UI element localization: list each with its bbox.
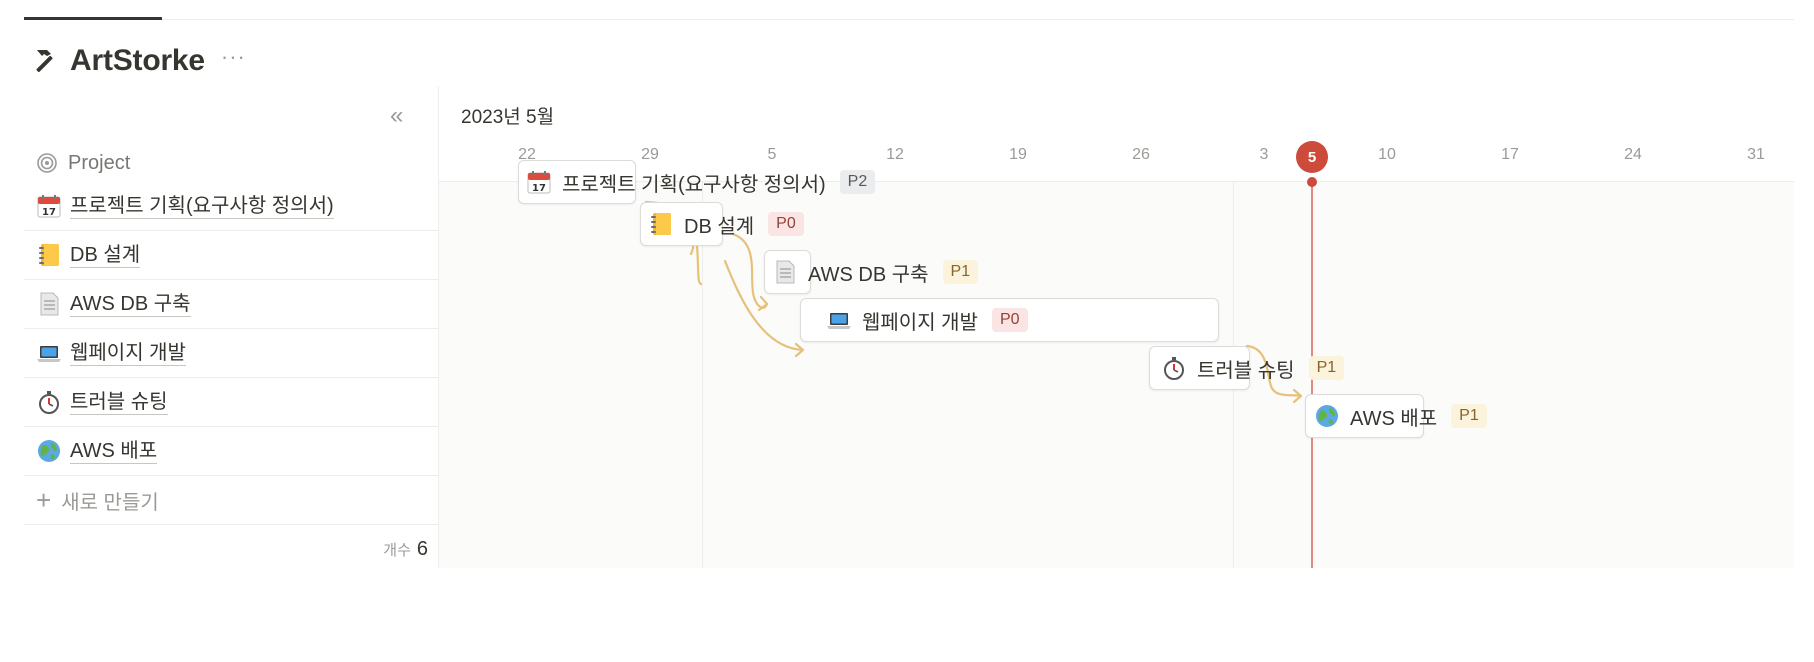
priority-tag: P0 [768, 212, 804, 236]
table-panel: « Project 프로젝트 기획(요구사항 정의서) DB 설계 AWS DB… [24, 86, 438, 568]
tab-active-indicator [24, 17, 162, 20]
row-title[interactable]: AWS DB 구축 [70, 292, 191, 317]
date-tick: 3 [1259, 146, 1269, 163]
table-row[interactable]: DB 설계 [24, 231, 438, 280]
today-marker-dot [1307, 177, 1317, 187]
row-count[interactable]: 개수 6 [24, 525, 438, 573]
globe-icon [1314, 403, 1340, 429]
timeline-bar-label[interactable]: DB 설계 P0 [648, 202, 804, 246]
more-options-button[interactable]: ··· [221, 44, 246, 70]
row-title[interactable]: AWS 배포 [70, 439, 158, 464]
date-tick: 26 [1132, 146, 1150, 163]
date-tick: 19 [1009, 146, 1027, 163]
laptop-icon [826, 307, 852, 333]
priority-tag: P1 [1451, 404, 1487, 428]
row-count-value: 6 [416, 537, 428, 560]
tab-bar-divider [24, 19, 1794, 20]
today-marker: 5 [1296, 141, 1328, 173]
priority-tag: P0 [991, 308, 1028, 332]
calendar-icon [526, 169, 552, 195]
bar-title: 프로젝트 기획(요구사항 정의서) [562, 173, 826, 196]
table-row[interactable]: 트러블 슈팅 [24, 378, 438, 427]
timeline-bar-label[interactable]: 웹페이지 개발 P0 [826, 298, 1028, 342]
bar-title: AWS DB 구축 [808, 263, 929, 286]
table-row[interactable]: AWS 배포 [24, 427, 438, 476]
bar-title: 웹페이지 개발 [862, 311, 978, 334]
stopwatch-icon [1161, 355, 1187, 381]
priority-tag: P1 [1308, 356, 1345, 380]
document-icon [36, 291, 62, 317]
bar-title: DB 설계 [684, 215, 755, 238]
timeline-bar-label[interactable]: 프로젝트 기획(요구사항 정의서) P2 [526, 160, 876, 204]
table-row[interactable]: 프로젝트 기획(요구사항 정의서) [24, 182, 438, 231]
page-header: ArtStorke ··· [30, 38, 246, 84]
timeline-view: 2023년 5월 22 29 5 12 19 26 3 10 17 24 31 … [439, 86, 1794, 568]
timeline-bar-label[interactable]: AWS DB 구축 P1 [772, 250, 979, 294]
column-header-project[interactable]: Project [36, 148, 130, 178]
stopwatch-icon [36, 389, 62, 415]
new-item-button[interactable]: + 새로 만들기 [24, 476, 438, 525]
hammer-icon[interactable] [30, 46, 60, 76]
plus-icon: + [36, 484, 52, 515]
timeline-month: 2023년 5월 [461, 107, 555, 128]
row-title[interactable]: 프로젝트 기획(요구사항 정의서) [70, 194, 334, 219]
date-tick: 12 [886, 146, 904, 163]
timeline-bar-label[interactable]: 트러블 슈팅 P1 [1161, 346, 1345, 390]
notebook-icon [36, 242, 62, 268]
table-row[interactable]: 웹페이지 개발 [24, 329, 438, 378]
notebook-icon [648, 211, 674, 237]
timeline-bar-label[interactable]: AWS 배포 P1 [1314, 394, 1487, 438]
priority-tag: P1 [942, 260, 979, 284]
page-title[interactable]: ArtStorke [70, 44, 205, 78]
document-icon [772, 259, 798, 285]
row-count-label: 개수 [383, 541, 411, 559]
project-list: 프로젝트 기획(요구사항 정의서) DB 설계 AWS DB 구축 웹페이지 개… [24, 182, 438, 573]
date-tick: 17 [1501, 146, 1519, 163]
row-title[interactable]: 웹페이지 개발 [70, 341, 186, 366]
date-tick: 24 [1624, 146, 1642, 163]
date-tick: 31 [1747, 146, 1765, 163]
table-row[interactable]: AWS DB 구축 [24, 280, 438, 329]
bar-title: AWS 배포 [1350, 407, 1438, 430]
date-tick: 10 [1378, 146, 1396, 163]
new-item-label: 새로 만들기 [61, 491, 159, 514]
column-header-label: Project [68, 151, 131, 174]
globe-icon [36, 438, 62, 464]
row-title[interactable]: DB 설계 [70, 243, 141, 268]
calendar-icon [36, 193, 62, 219]
target-icon [36, 152, 58, 174]
bar-title: 트러블 슈팅 [1197, 359, 1295, 382]
priority-tag: P2 [839, 170, 876, 194]
laptop-icon [36, 340, 62, 366]
row-title[interactable]: 트러블 슈팅 [70, 390, 168, 415]
collapse-table-button[interactable]: « [390, 102, 403, 130]
